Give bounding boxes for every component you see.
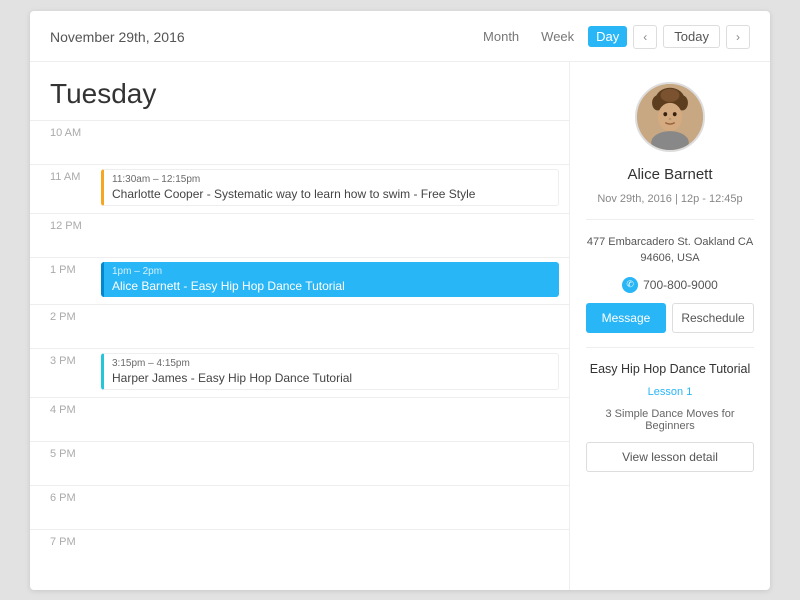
event-harper-time: 3:15pm – 4:15pm	[112, 358, 550, 369]
time-slot-11am: 11 AM 11:30am – 12:15pm Charlotte Cooper…	[30, 164, 569, 213]
time-slot-10am: 10 AM	[30, 120, 569, 164]
time-label-3pm: 3 PM	[30, 349, 95, 367]
sidebar: Alice Barnett Nov 29th, 2016 | 12p - 12:…	[570, 62, 770, 590]
sidebar-divider-1	[586, 219, 754, 220]
sidebar-phone-number: 700-800-9000	[643, 278, 718, 292]
time-slot-12pm: 12 PM	[30, 213, 569, 257]
time-label-1pm: 1 PM	[30, 258, 95, 276]
event-harper-title: Harper James - Easy Hip Hop Dance Tutori…	[112, 371, 550, 385]
event-charlotte-time: 11:30am – 12:15pm	[112, 174, 550, 185]
event-charlotte-title: Charlotte Cooper - Systematic way to lea…	[112, 187, 550, 201]
lesson-title: Easy Hip Hop Dance Tutorial	[590, 362, 751, 376]
time-slot-7pm: 7 PM	[30, 529, 569, 573]
sidebar-phone: ✆ 700-800-9000	[622, 277, 718, 293]
time-slot-2pm: 2 PM	[30, 304, 569, 348]
time-content-6pm	[95, 486, 569, 494]
time-slot-3pm: 3 PM 3:15pm – 4:15pm Harper James - Easy…	[30, 348, 569, 397]
time-label-10am: 10 AM	[30, 121, 95, 139]
time-label-7pm: 7 PM	[30, 530, 95, 548]
lesson-number: Lesson 1	[648, 386, 693, 398]
time-slot-4pm: 4 PM	[30, 397, 569, 441]
avatar	[635, 82, 705, 152]
event-charlotte[interactable]: 11:30am – 12:15pm Charlotte Cooper - Sys…	[101, 169, 559, 206]
sidebar-address-line1: 477 Embarcadero St. Oakland CA	[587, 236, 753, 248]
time-content-3pm: 3:15pm – 4:15pm Harper James - Easy Hip …	[95, 349, 569, 397]
time-slot-1pm: 1 PM 1pm – 2pm Alice Barnett - Easy Hip …	[30, 257, 569, 304]
time-label-11am: 11 AM	[30, 165, 95, 183]
calendar-main: Tuesday 10 AM 11 AM 11:30am – 12:15pm	[30, 62, 570, 590]
time-label-12pm: 12 PM	[30, 214, 95, 232]
header-date: November 29th, 2016	[50, 29, 185, 45]
sidebar-address-line2: 94606, USA	[640, 252, 699, 264]
week-view-btn[interactable]: Week	[533, 26, 582, 47]
time-content-5pm	[95, 442, 569, 450]
time-content-7pm	[95, 530, 569, 538]
lesson-desc: 3 Simple Dance Moves for Beginners	[586, 408, 754, 432]
time-content-1pm: 1pm – 2pm Alice Barnett - Easy Hip Hop D…	[95, 258, 569, 304]
time-slot-5pm: 5 PM	[30, 441, 569, 485]
sidebar-address: 477 Embarcadero St. Oakland CA 94606, US…	[587, 234, 753, 267]
sidebar-appointment-date: Nov 29th, 2016 | 12p - 12:45p	[597, 193, 742, 205]
sidebar-user-name: Alice Barnett	[627, 166, 712, 183]
time-content-11am: 11:30am – 12:15pm Charlotte Cooper - Sys…	[95, 165, 569, 213]
time-label-5pm: 5 PM	[30, 442, 95, 460]
time-label-2pm: 2 PM	[30, 305, 95, 323]
header-controls: Month Week Day ‹ Today ›	[475, 25, 750, 49]
event-alice-time: 1pm – 2pm	[112, 266, 551, 277]
calendar-body: Tuesday 10 AM 11 AM 11:30am – 12:15pm	[30, 62, 770, 590]
time-label-4pm: 4 PM	[30, 398, 95, 416]
time-content-2pm	[95, 305, 569, 313]
nav-prev-btn[interactable]: ‹	[633, 25, 657, 49]
event-harper[interactable]: 3:15pm – 4:15pm Harper James - Easy Hip …	[101, 353, 559, 390]
time-slots-container[interactable]: 10 AM 11 AM 11:30am – 12:15pm Charlotte …	[30, 120, 569, 590]
reschedule-button[interactable]: Reschedule	[672, 303, 754, 333]
time-slot-6pm: 6 PM	[30, 485, 569, 529]
today-btn[interactable]: Today	[663, 25, 720, 48]
message-button[interactable]: Message	[586, 303, 666, 333]
time-content-10am	[95, 121, 569, 129]
month-view-btn[interactable]: Month	[475, 26, 527, 47]
phone-icon: ✆	[622, 277, 638, 293]
sidebar-actions: Message Reschedule	[586, 303, 754, 333]
calendar-header: November 29th, 2016 Month Week Day ‹ Tod…	[30, 11, 770, 62]
time-content-12pm	[95, 214, 569, 222]
sidebar-divider-2	[586, 347, 754, 348]
time-content-4pm	[95, 398, 569, 406]
event-alice[interactable]: 1pm – 2pm Alice Barnett - Easy Hip Hop D…	[101, 262, 559, 297]
view-lesson-button[interactable]: View lesson detail	[586, 442, 754, 472]
avatar-image	[637, 82, 703, 152]
time-label-6pm: 6 PM	[30, 486, 95, 504]
day-view-btn[interactable]: Day	[588, 26, 627, 47]
nav-next-btn[interactable]: ›	[726, 25, 750, 49]
day-title: Tuesday	[30, 62, 569, 120]
event-alice-title: Alice Barnett - Easy Hip Hop Dance Tutor…	[112, 279, 551, 293]
